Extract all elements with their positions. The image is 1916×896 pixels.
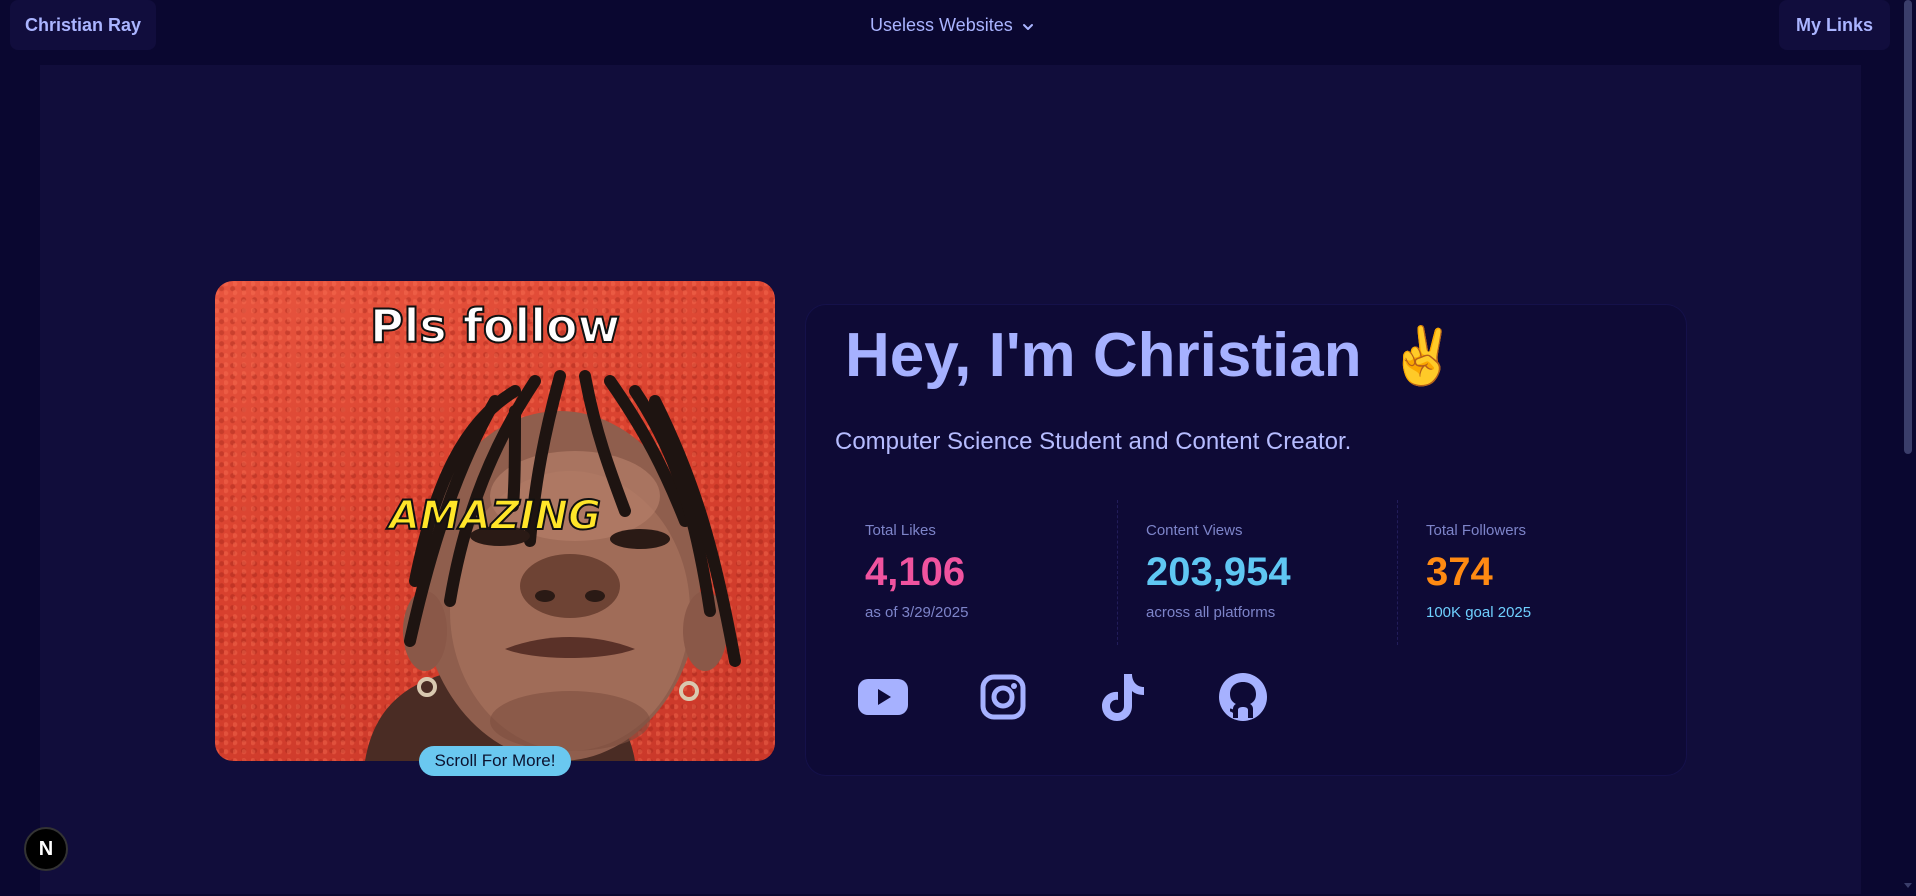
scroll-down-arrow-icon[interactable] xyxy=(1902,878,1914,890)
stat-description: 100K goal 2025 xyxy=(1426,604,1532,621)
peace-emoji-icon: ✌️ xyxy=(1387,323,1458,387)
brand-button[interactable]: Christian Ray xyxy=(10,0,156,50)
dropdown-label: Useless Websites xyxy=(870,14,1013,35)
youtube-link[interactable] xyxy=(858,672,908,722)
scroll-for-more-button[interactable]: Scroll For More! xyxy=(419,746,571,776)
scrollbar-thumb[interactable] xyxy=(1904,0,1912,454)
github-icon xyxy=(1219,673,1267,721)
stat-content-views: Content Views 203,954 across all platfor… xyxy=(1117,500,1397,645)
social-links xyxy=(858,672,1268,722)
chevron-down-icon xyxy=(1021,18,1035,32)
stats-row: Total Likes 4,106 as of 3/29/2025 Conten… xyxy=(837,500,1677,645)
stat-value: 374 xyxy=(1426,550,1493,594)
stat-title: Total Likes xyxy=(865,522,936,539)
instagram-link[interactable] xyxy=(978,672,1028,722)
tiktok-icon xyxy=(1102,674,1144,721)
tiktok-link[interactable] xyxy=(1098,672,1148,722)
meme-caption-middle: AMAZING xyxy=(388,492,602,540)
meme-caption-top: Pls follow xyxy=(369,298,621,354)
stat-value: 203,954 xyxy=(1146,550,1291,594)
instagram-icon xyxy=(980,674,1026,720)
subtitle: Computer Science Student and Content Cre… xyxy=(835,428,1352,455)
stat-total-followers: Total Followers 374 100K goal 2025 xyxy=(1397,500,1677,645)
stat-title: Total Followers xyxy=(1426,522,1527,539)
stat-value: 4,106 xyxy=(865,550,966,594)
stat-description: across all platforms xyxy=(1146,604,1276,621)
stat-title: Content Views xyxy=(1146,522,1243,539)
top-navbar: Christian Ray Useless Websites My Links xyxy=(0,0,1900,50)
hero-image: Pls follow AMAZING xyxy=(215,281,775,761)
page-title: Hey, I'm Christian ✌️ xyxy=(845,320,1457,391)
youtube-icon xyxy=(858,679,908,715)
nextjs-dev-badge[interactable]: N xyxy=(24,827,68,871)
github-link[interactable] xyxy=(1218,672,1268,722)
my-links-button[interactable]: My Links xyxy=(1779,0,1890,50)
headline-text: Hey, I'm Christian xyxy=(845,321,1362,390)
useless-websites-dropdown[interactable]: Useless Websites xyxy=(870,0,1035,50)
stat-description: as of 3/29/2025 xyxy=(865,604,969,621)
stat-total-likes: Total Likes 4,106 as of 3/29/2025 xyxy=(837,500,1117,645)
